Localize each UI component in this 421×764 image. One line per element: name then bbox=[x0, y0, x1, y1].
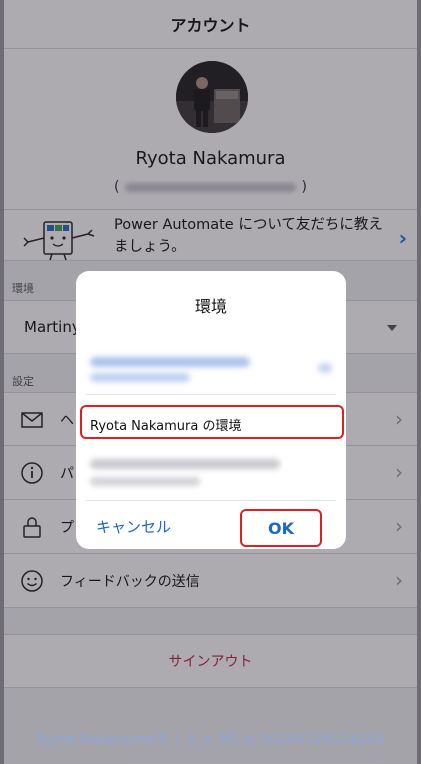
environment-dialog: 環境 Ryota Nakamura の環境 キャンセル OK bbox=[76, 271, 346, 549]
watermark: Ryota Nakamura(R_t_A_n_M) at 20200725124… bbox=[35, 732, 385, 748]
cancel-button[interactable]: キャンセル bbox=[96, 516, 171, 537]
dialog-title: 環境 bbox=[194, 297, 227, 316]
ok-button[interactable]: OK bbox=[240, 509, 322, 547]
dialog-option-label: Ryota Nakamura の環境 bbox=[90, 419, 242, 434]
dialog-option-selected[interactable]: Ryota Nakamura の環境 bbox=[80, 405, 344, 439]
dialog-option-redacted[interactable] bbox=[86, 349, 336, 395]
dialog-option-redacted[interactable] bbox=[86, 451, 336, 501]
